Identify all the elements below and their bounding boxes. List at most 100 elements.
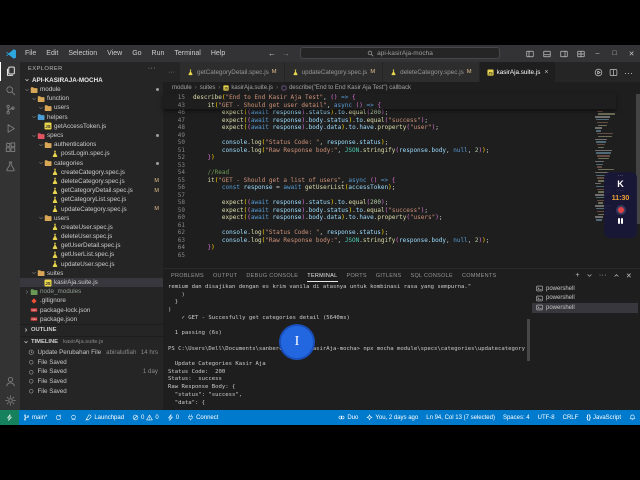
- tree-item-package.json[interactable]: npm package.json: [20, 315, 163, 324]
- terminal-scrollbar[interactable]: [527, 319, 530, 361]
- tree-item-createUser.spec.js[interactable]: createUser.spec.js: [20, 223, 163, 232]
- tree-item-categories[interactable]: categories: [20, 159, 163, 168]
- panel-tab-gitlens[interactable]: GITLENS: [376, 269, 402, 282]
- status-encoding[interactable]: UTF-8: [534, 410, 559, 425]
- status-sync-changes[interactable]: [51, 410, 66, 425]
- terminal-session[interactable]: powershell: [532, 303, 638, 313]
- status-notifications[interactable]: [625, 410, 640, 425]
- menu-run[interactable]: Run: [147, 49, 170, 58]
- timeline-item[interactable]: File Saved: [20, 386, 163, 396]
- breadcrumb-item[interactable]: describe("End to End Kasir Aja Test") ca…: [281, 85, 411, 91]
- tree-item-updateUser.spec.js[interactable]: updateUser.spec.js: [20, 260, 163, 269]
- menu-go[interactable]: Go: [127, 49, 146, 58]
- tree-item-getCategoryList.spec.js[interactable]: getCategoryList.spec.js: [20, 195, 163, 204]
- menu-help[interactable]: Help: [206, 49, 230, 58]
- terminal-profile-chevron-icon[interactable]: [586, 272, 593, 279]
- tree-item-deleteCategory.spec.js[interactable]: deleteCategory.spec.js M: [20, 177, 163, 186]
- status-gitlens-blame[interactable]: You, 2 days ago: [362, 410, 422, 425]
- terminal-session[interactable]: powershell: [532, 294, 638, 304]
- status-language-mode[interactable]: {} JavaScript: [582, 410, 625, 425]
- run-tests-icon[interactable]: [594, 68, 603, 77]
- panel-tab-sql-console[interactable]: SQL CONSOLE: [411, 269, 454, 282]
- explorer-more-icon[interactable]: ···: [148, 65, 156, 72]
- tree-item-function[interactable]: function: [20, 94, 163, 103]
- status-remote[interactable]: [0, 410, 19, 425]
- status-duo[interactable]: Duo: [334, 410, 362, 425]
- tab-updateCategory.spec.js[interactable]: updateCategory.spec.js M: [284, 62, 384, 82]
- maximize-button[interactable]: □: [606, 45, 623, 62]
- tree-item-updateCategory.spec.js[interactable]: updateCategory.spec.js M: [20, 204, 163, 213]
- maximize-panel-icon[interactable]: [613, 272, 620, 279]
- tree-item-.gitignore[interactable]: .gitignore: [20, 296, 163, 305]
- panel-tab-output[interactable]: OUTPUT: [213, 269, 237, 282]
- status-launchpad[interactable]: Launchpad: [81, 410, 128, 425]
- toggle-panel-icon[interactable]: [538, 45, 555, 62]
- tree-item-postLogin.spec.js[interactable]: postLogin.spec.js: [20, 149, 163, 158]
- menu-view[interactable]: View: [102, 49, 127, 58]
- customize-layout-icon[interactable]: [572, 45, 589, 62]
- menu-selection[interactable]: Selection: [63, 49, 102, 58]
- tree-item-users[interactable]: users: [20, 214, 163, 223]
- screen-recorder-widget[interactable]: ··· K ····· 11:30: [604, 172, 637, 238]
- timeline-item[interactable]: Update Perubahan File abiralutfiah 14 hrs: [20, 348, 163, 358]
- terminal-output[interactable]: remium dan disajikan dengan es krim vani…: [168, 284, 526, 408]
- command-center[interactable]: api-kasirAja-mocha: [300, 47, 500, 59]
- panel-tab-ports[interactable]: PORTS: [347, 269, 367, 282]
- tab-deleteCategory.spec.js[interactable]: deleteCategory.spec.js M: [383, 62, 480, 82]
- activity-explorer[interactable]: [0, 62, 20, 81]
- activity-settings[interactable]: [0, 391, 20, 410]
- panel-tab-terminal[interactable]: TERMINAL: [307, 269, 337, 282]
- toggle-secondary-sidebar-icon[interactable]: [555, 45, 572, 62]
- more-actions-icon[interactable]: ···: [624, 63, 633, 81]
- timeline-item[interactable]: File Saved: [20, 377, 163, 387]
- menu-edit[interactable]: Edit: [41, 49, 63, 58]
- panel-tab-comments[interactable]: COMMENTS: [462, 269, 496, 282]
- record-button[interactable]: [615, 205, 626, 215]
- tree-item-getAccessToken.js[interactable]: JS getAccessToken.js: [20, 122, 163, 131]
- tree-item-getUserDetail.spec.js[interactable]: getUserDetail.spec.js: [20, 241, 163, 250]
- tab-kasirAja.suite.js[interactable]: JS kasirAja.suite.js ×: [479, 62, 557, 82]
- timeline-item[interactable]: File Saved: [20, 357, 163, 367]
- timeline-item[interactable]: File Saved 1 day: [20, 367, 163, 377]
- status-indentation[interactable]: Spaces: 4: [499, 410, 534, 425]
- status-feedback[interactable]: 0: [163, 410, 183, 425]
- forward-arrow-icon[interactable]: →: [282, 49, 290, 58]
- new-terminal-icon[interactable]: +: [576, 272, 580, 279]
- tree-item-getCategoryDetail.spec.js[interactable]: getCategoryDetail.spec.js M: [20, 186, 163, 195]
- panel-more-icon[interactable]: ···: [599, 272, 607, 279]
- breadcrumb-item[interactable]: module: [172, 85, 192, 91]
- status-gitkraken[interactable]: [66, 410, 81, 425]
- split-editor-icon[interactable]: [609, 68, 618, 77]
- tree-item-specs[interactable]: specs: [20, 131, 163, 140]
- tab-overflow-icon[interactable]: ···: [163, 69, 180, 76]
- minimize-button[interactable]: –: [589, 45, 606, 62]
- tree-item-helpers[interactable]: helpers: [20, 113, 163, 122]
- terminal-session[interactable]: powershell: [532, 284, 638, 294]
- outline-section[interactable]: OUTLINE: [20, 323, 163, 336]
- close-button[interactable]: ✕: [623, 45, 640, 62]
- activity-accounts[interactable]: [0, 372, 20, 391]
- status-connect[interactable]: Connect: [183, 410, 222, 425]
- tree-item-node_modules[interactable]: node_modules: [20, 287, 163, 296]
- activity-search[interactable]: [0, 81, 20, 100]
- activity-run-and-debug[interactable]: [0, 119, 20, 138]
- toggle-sidebar-icon[interactable]: [521, 45, 538, 62]
- activity-testing[interactable]: [0, 157, 20, 176]
- status-git-branch[interactable]: main*: [19, 410, 51, 425]
- breadcrumb-item[interactable]: suites: [200, 85, 216, 91]
- panel-tab-problems[interactable]: PROBLEMS: [171, 269, 204, 282]
- tree-item-suites[interactable]: suites: [20, 269, 163, 278]
- tree-item-authentications[interactable]: authentications: [20, 140, 163, 149]
- tab-getCategoryDetail.spec.js[interactable]: getCategoryDetail.spec.js M: [180, 62, 285, 82]
- pause-button[interactable]: [617, 218, 624, 224]
- tree-item-users[interactable]: users: [20, 103, 163, 112]
- timeline-section[interactable]: TIMELINE kasirAja.suite.js: [20, 335, 163, 348]
- close-panel-icon[interactable]: ✕: [626, 272, 632, 280]
- tree-item-deleteUser.spec.js[interactable]: deleteUser.spec.js: [20, 232, 163, 241]
- activity-extensions[interactable]: [0, 138, 20, 157]
- activity-source-control[interactable]: [0, 100, 20, 119]
- tree-item-module[interactable]: module: [20, 85, 163, 94]
- status-eol[interactable]: CRLF: [559, 410, 583, 425]
- back-arrow-icon[interactable]: ←: [268, 49, 276, 58]
- status-problems[interactable]: 00: [128, 410, 163, 425]
